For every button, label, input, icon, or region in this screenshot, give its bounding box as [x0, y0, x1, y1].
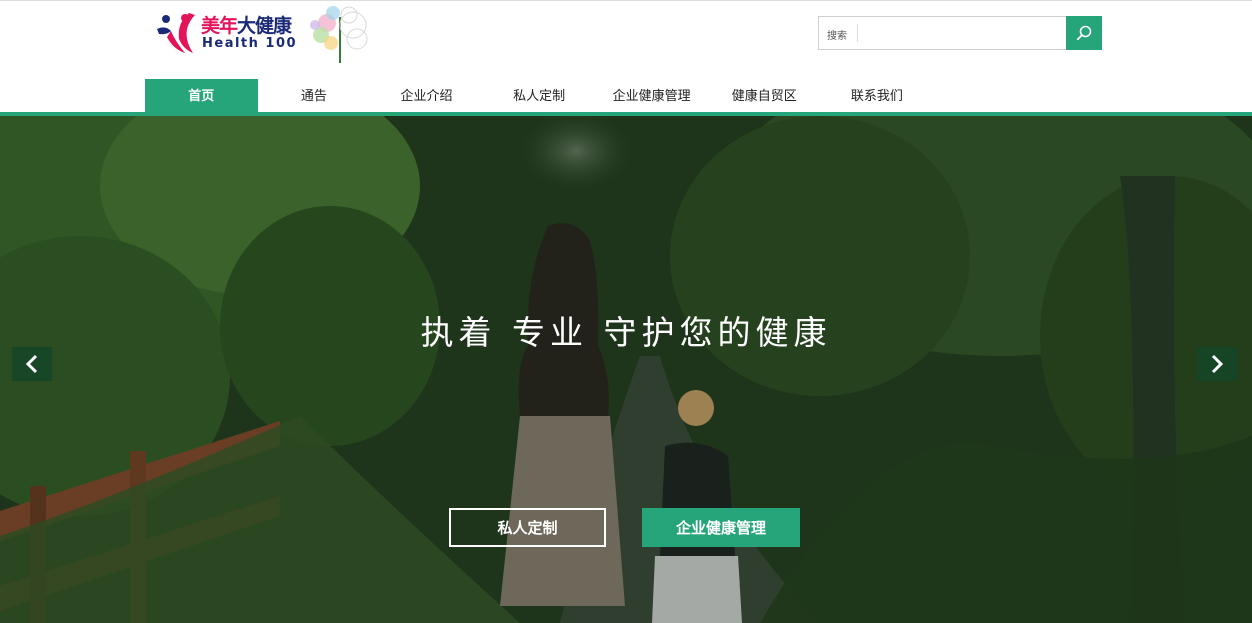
logo-text-en: Health 100 [202, 36, 298, 51]
hero-carousel: 执着 专业 守护您的健康 私人定制 企业健康管理 [0, 116, 1252, 623]
carousel-next-button[interactable] [1197, 347, 1237, 381]
search-button[interactable] [1066, 16, 1102, 50]
hero-slogan: 执着 专业 守护您的健康 [420, 313, 832, 352]
nav-item-corporate-health[interactable]: 企业健康管理 [595, 79, 708, 113]
private-custom-button[interactable]: 私人定制 [449, 508, 606, 547]
nav-item-notices[interactable]: 通告 [258, 79, 371, 113]
tree-icon [310, 6, 368, 63]
search-box: 搜索 [818, 16, 1102, 50]
nav-item-private-custom[interactable]: 私人定制 [483, 79, 596, 113]
chevron-right-icon [1211, 354, 1224, 374]
logo-text-cn: 美年大健康 [201, 15, 292, 37]
site-header: 美年大健康 Health 100 搜索 首页 通告 企业介绍 私人定制 企业健康… [0, 0, 1252, 113]
search-divider [857, 24, 858, 42]
search-label: 搜索 [827, 31, 847, 42]
brand-mark-icon [157, 13, 195, 53]
nav-item-contact[interactable]: 联系我们 [821, 79, 934, 113]
site-logo[interactable]: 美年大健康 Health 100 [155, 5, 380, 63]
search-icon [1076, 25, 1092, 41]
chevron-left-icon [25, 354, 38, 374]
nav-item-about[interactable]: 企业介绍 [370, 79, 483, 113]
nav-item-health-trade-zone[interactable]: 健康自贸区 [708, 79, 821, 113]
carousel-prev-button[interactable] [12, 347, 52, 381]
search-input[interactable] [861, 20, 1061, 46]
hero-background-image [0, 116, 1252, 623]
corporate-health-button[interactable]: 企业健康管理 [642, 508, 800, 547]
nav-item-home[interactable]: 首页 [145, 79, 258, 113]
main-nav: 首页 通告 企业介绍 私人定制 企业健康管理 健康自贸区 联系我们 [145, 79, 933, 113]
